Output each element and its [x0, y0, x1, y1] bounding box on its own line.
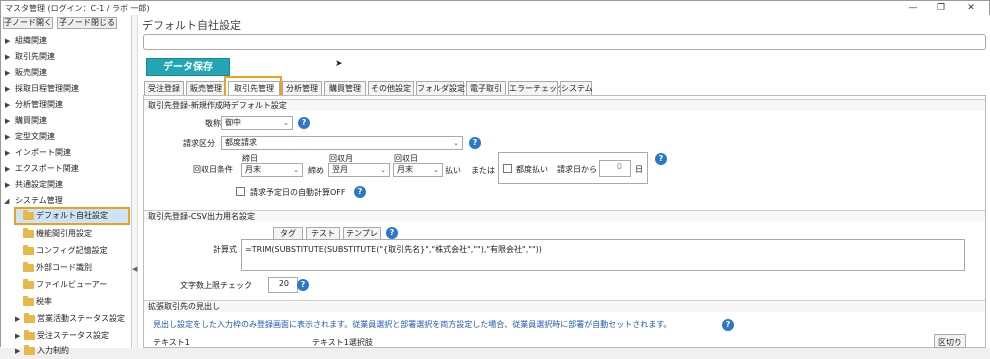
- tab-folder[interactable]: フォルダ設定: [416, 81, 465, 95]
- main-pane: デフォルト自社設定 データ保存 ➤ 受注登録 販売管理 取引先管理 分析管理 購…: [138, 15, 990, 348]
- auto-calc-label: 請求予定日の自動計算OFF: [250, 188, 346, 197]
- tri-closed-icon: ▶: [15, 332, 21, 340]
- tri-closed-icon: ▶: [15, 347, 21, 355]
- col-text1-choice: テキスト1選択肢: [312, 338, 373, 347]
- chevron-down-icon: ⌄: [293, 166, 299, 174]
- tab-juchu[interactable]: 受注登録: [144, 81, 184, 95]
- kaishubi-select[interactable]: 月末 ⌄: [393, 163, 443, 177]
- kaishutsuki-select[interactable]: 翌月 ⌄: [328, 163, 390, 177]
- folder-icon: [23, 210, 34, 220]
- harai-label: 払い: [445, 166, 461, 175]
- page-title: デフォルト自社設定: [142, 19, 241, 32]
- limit-stepper[interactable]: 20: [268, 277, 298, 293]
- tri-closed-icon: ▶: [5, 133, 11, 141]
- tab-content-panel: 取引先登録-新規作成時デフォルト設定 敬称 御中 ⌄ ? 請求区分 都度請求 ⌄ ?…: [143, 95, 986, 348]
- auto-calc-checkbox[interactable]: [236, 187, 245, 196]
- matawa-label: または: [471, 166, 495, 175]
- col-text1: テキスト1: [153, 338, 190, 347]
- tri-closed-icon: ▶: [5, 85, 11, 93]
- keisho-label: 敬称: [205, 119, 221, 128]
- formula-input[interactable]: =TRIM(SUBSTITUTE(SUBSTITUTE("{取引先名}","株式…: [241, 239, 965, 271]
- section-csv-heading: 取引先登録-CSV出力用名設定: [144, 210, 985, 222]
- folder-icon: [24, 313, 35, 323]
- folder-icon: [23, 279, 34, 289]
- window-title: マスタ管理 (ログイン：C-1 / ラボ 一郎): [5, 4, 150, 13]
- help-icon[interactable]: ?: [655, 153, 667, 165]
- kugiri-button[interactable]: 区切り: [934, 334, 966, 348]
- left-pane: 子ノード開く 子ノード閉じる ▶ 組織関連 ▶ 取引先関連 ▶ 販売関連 ▶ 採取日程管…: [1, 15, 132, 355]
- tab-system[interactable]: システム: [560, 81, 593, 95]
- tab-error[interactable]: エラーチェック: [508, 81, 565, 95]
- help-icon[interactable]: ?: [722, 319, 734, 331]
- shime-suffix: 締め: [308, 166, 324, 175]
- save-button[interactable]: データ保存: [146, 58, 230, 76]
- section-new-default-heading: 取引先登録-新規作成時デフォルト設定: [144, 99, 985, 111]
- tsudo-box: 都度払い 請求日から 0 日: [498, 152, 648, 184]
- minimize-button[interactable]: —: [901, 2, 925, 14]
- tri-closed-icon: ▶: [5, 37, 11, 45]
- folder-icon: [23, 296, 34, 306]
- tri-closed-icon: ▶: [5, 181, 11, 189]
- chevron-down-icon: ⌄: [380, 166, 386, 174]
- days-stepper[interactable]: 0: [599, 160, 631, 177]
- folder-icon: [23, 262, 34, 272]
- active-tab-highlight: [224, 76, 282, 97]
- kaishu-label: 回収日条件: [193, 165, 233, 174]
- tsudo-label: 都度払い: [516, 165, 548, 174]
- tab-kobai[interactable]: 購買管理: [324, 81, 366, 95]
- tab-tag[interactable]: タグ: [273, 227, 303, 239]
- tri-closed-icon: ▶: [5, 149, 11, 157]
- keisho-select[interactable]: 御中 ⌄: [221, 116, 293, 130]
- close-button[interactable]: ✕: [959, 2, 983, 14]
- formula-label: 計算式: [213, 245, 237, 254]
- maximize-button[interactable]: ❐: [929, 2, 953, 14]
- collapse-all-button[interactable]: 子ノード閉じる: [57, 17, 117, 29]
- chevron-down-icon: ⌄: [283, 119, 289, 127]
- tab-test[interactable]: テスト: [306, 227, 340, 239]
- mouse-pointer-icon: ➤: [335, 59, 343, 69]
- expand-all-button[interactable]: 子ノード開く: [3, 17, 53, 29]
- help-icon[interactable]: ?: [354, 186, 366, 198]
- help-icon[interactable]: ?: [298, 117, 310, 129]
- tri-open-icon: ◢: [4, 197, 10, 205]
- tri-closed-icon: ▶: [5, 117, 11, 125]
- tab-denshi[interactable]: 電子取引: [466, 81, 506, 95]
- shime-select[interactable]: 月末 ⌄: [241, 163, 303, 177]
- tri-closed-icon: ▶: [5, 101, 11, 109]
- extended-note: 見出し設定をした入力枠のみ登録画面に表示されます。従業員選択と部署選択を両方設定…: [153, 320, 672, 329]
- collapse-arrow-icon[interactable]: ◀: [132, 265, 137, 273]
- tab-template[interactable]: テンプレ: [343, 227, 381, 239]
- tri-closed-icon: ▶: [5, 165, 11, 173]
- help-icon[interactable]: ?: [297, 279, 309, 291]
- help-icon[interactable]: ?: [386, 227, 398, 239]
- tab-bunseki[interactable]: 分析管理: [282, 81, 322, 95]
- app-window: マスタ管理 (ログイン：C-1 / ラボ 一郎) — ❐ ✕ 子ノード開く 子ノ…: [0, 0, 990, 355]
- chevron-down-icon: ⌄: [453, 139, 459, 147]
- title-bar: マスタ管理 (ログイン：C-1 / ラボ 一郎) — ❐ ✕: [1, 1, 989, 15]
- folder-icon: [24, 330, 35, 340]
- nichi-label: 日: [635, 165, 643, 174]
- folder-icon: [24, 345, 35, 355]
- seikyu-label: 請求区分: [183, 139, 215, 148]
- tab-sonota[interactable]: その他設定: [368, 81, 414, 95]
- folder-icon: [23, 245, 34, 255]
- tab-hanbai[interactable]: 販売管理: [186, 81, 226, 95]
- tri-closed-icon: ▶: [5, 53, 11, 61]
- folder-icon: [23, 228, 34, 238]
- tri-closed-icon: ▶: [5, 69, 11, 77]
- tri-closed-icon: ▶: [15, 315, 21, 323]
- seikyu-select[interactable]: 都度請求 ⌄: [221, 136, 463, 150]
- tsudo-checkbox[interactable]: [503, 164, 512, 173]
- limit-label: 文字数上限チェック: [180, 281, 252, 290]
- chevron-down-icon: ⌄: [433, 166, 439, 174]
- top-input[interactable]: [143, 34, 986, 50]
- seikyubi-label: 請求日から: [557, 165, 597, 174]
- section-extended-heading: 拡張取引先の見出し: [144, 300, 985, 312]
- help-icon[interactable]: ?: [469, 137, 481, 149]
